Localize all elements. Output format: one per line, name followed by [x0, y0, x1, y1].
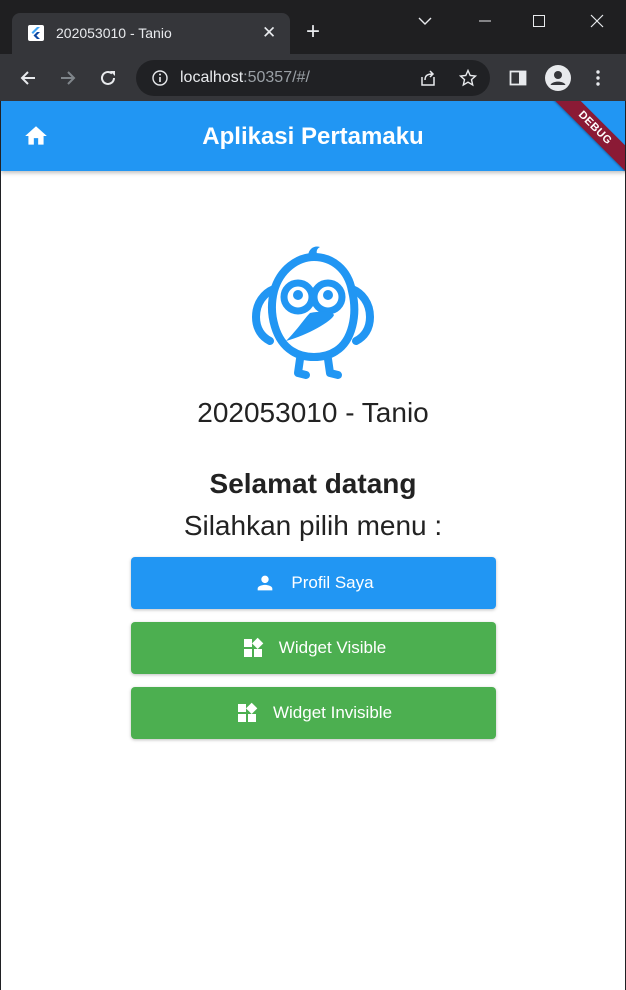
flutter-favicon-icon: [28, 25, 44, 41]
app-viewport: Aplikasi Pertamaku DEBUG 202053010 - Tan…: [1, 101, 625, 990]
info-icon[interactable]: [150, 68, 170, 88]
profil-saya-button[interactable]: Profil Saya: [131, 557, 496, 609]
bookmark-star-icon[interactable]: [458, 68, 478, 88]
widget-invisible-label: Widget Invisible: [272, 703, 393, 722]
url-path: :50357/#/: [243, 69, 310, 86]
side-panel-icon[interactable]: [504, 64, 532, 92]
app-bar: Aplikasi Pertamaku: [1, 101, 625, 171]
browser-tab[interactable]: 202053010 - Tanio ✕: [12, 13, 290, 54]
menu-prompt: Silahkan pilih menu :: [183, 510, 443, 541]
tab-strip: 202053010 - Tanio ✕ +: [0, 0, 626, 54]
widgets-icon: [235, 701, 259, 725]
welcome-heading: Selamat datang: [209, 468, 417, 499]
tab-close-icon[interactable]: ✕: [262, 23, 276, 43]
share-icon[interactable]: [418, 68, 438, 88]
widget-invisible-button[interactable]: Widget Invisible: [131, 687, 496, 739]
forward-arrow-icon[interactable]: [54, 64, 82, 92]
address-bar[interactable]: localhost:50357/#/: [136, 60, 490, 96]
back-arrow-icon[interactable]: [14, 64, 42, 92]
app-title: Aplikasi Pertamaku: [202, 123, 424, 150]
widget-visible-label: Widget Visible: [278, 638, 387, 657]
menu-kebab-icon[interactable]: [584, 64, 612, 92]
profile-avatar-icon[interactable]: [544, 64, 572, 92]
user-id-name: 202053010 - Tanio: [197, 397, 429, 428]
reload-icon[interactable]: [94, 64, 122, 92]
mascot-logo-icon: [252, 246, 374, 379]
browser-toolbar: localhost:50357/#/: [0, 54, 626, 101]
maximize-icon[interactable]: [516, 6, 562, 36]
widget-visible-button[interactable]: Widget Visible: [131, 622, 496, 674]
url-host: localhost: [180, 69, 244, 86]
tab-title: 202053010 - Tanio: [56, 25, 172, 41]
tab-search-icon[interactable]: [402, 6, 448, 36]
url-text: localhost:50357/#/: [180, 69, 310, 87]
widgets-icon: [241, 636, 265, 660]
new-tab-icon[interactable]: +: [306, 20, 320, 44]
minimize-icon[interactable]: [462, 6, 508, 36]
profil-saya-label: Profil Saya: [291, 573, 374, 592]
person-icon: [253, 571, 277, 595]
close-window-icon[interactable]: [574, 6, 620, 36]
browser-chrome: 202053010 - Tanio ✕ + localhost:50357/#/: [0, 0, 626, 101]
